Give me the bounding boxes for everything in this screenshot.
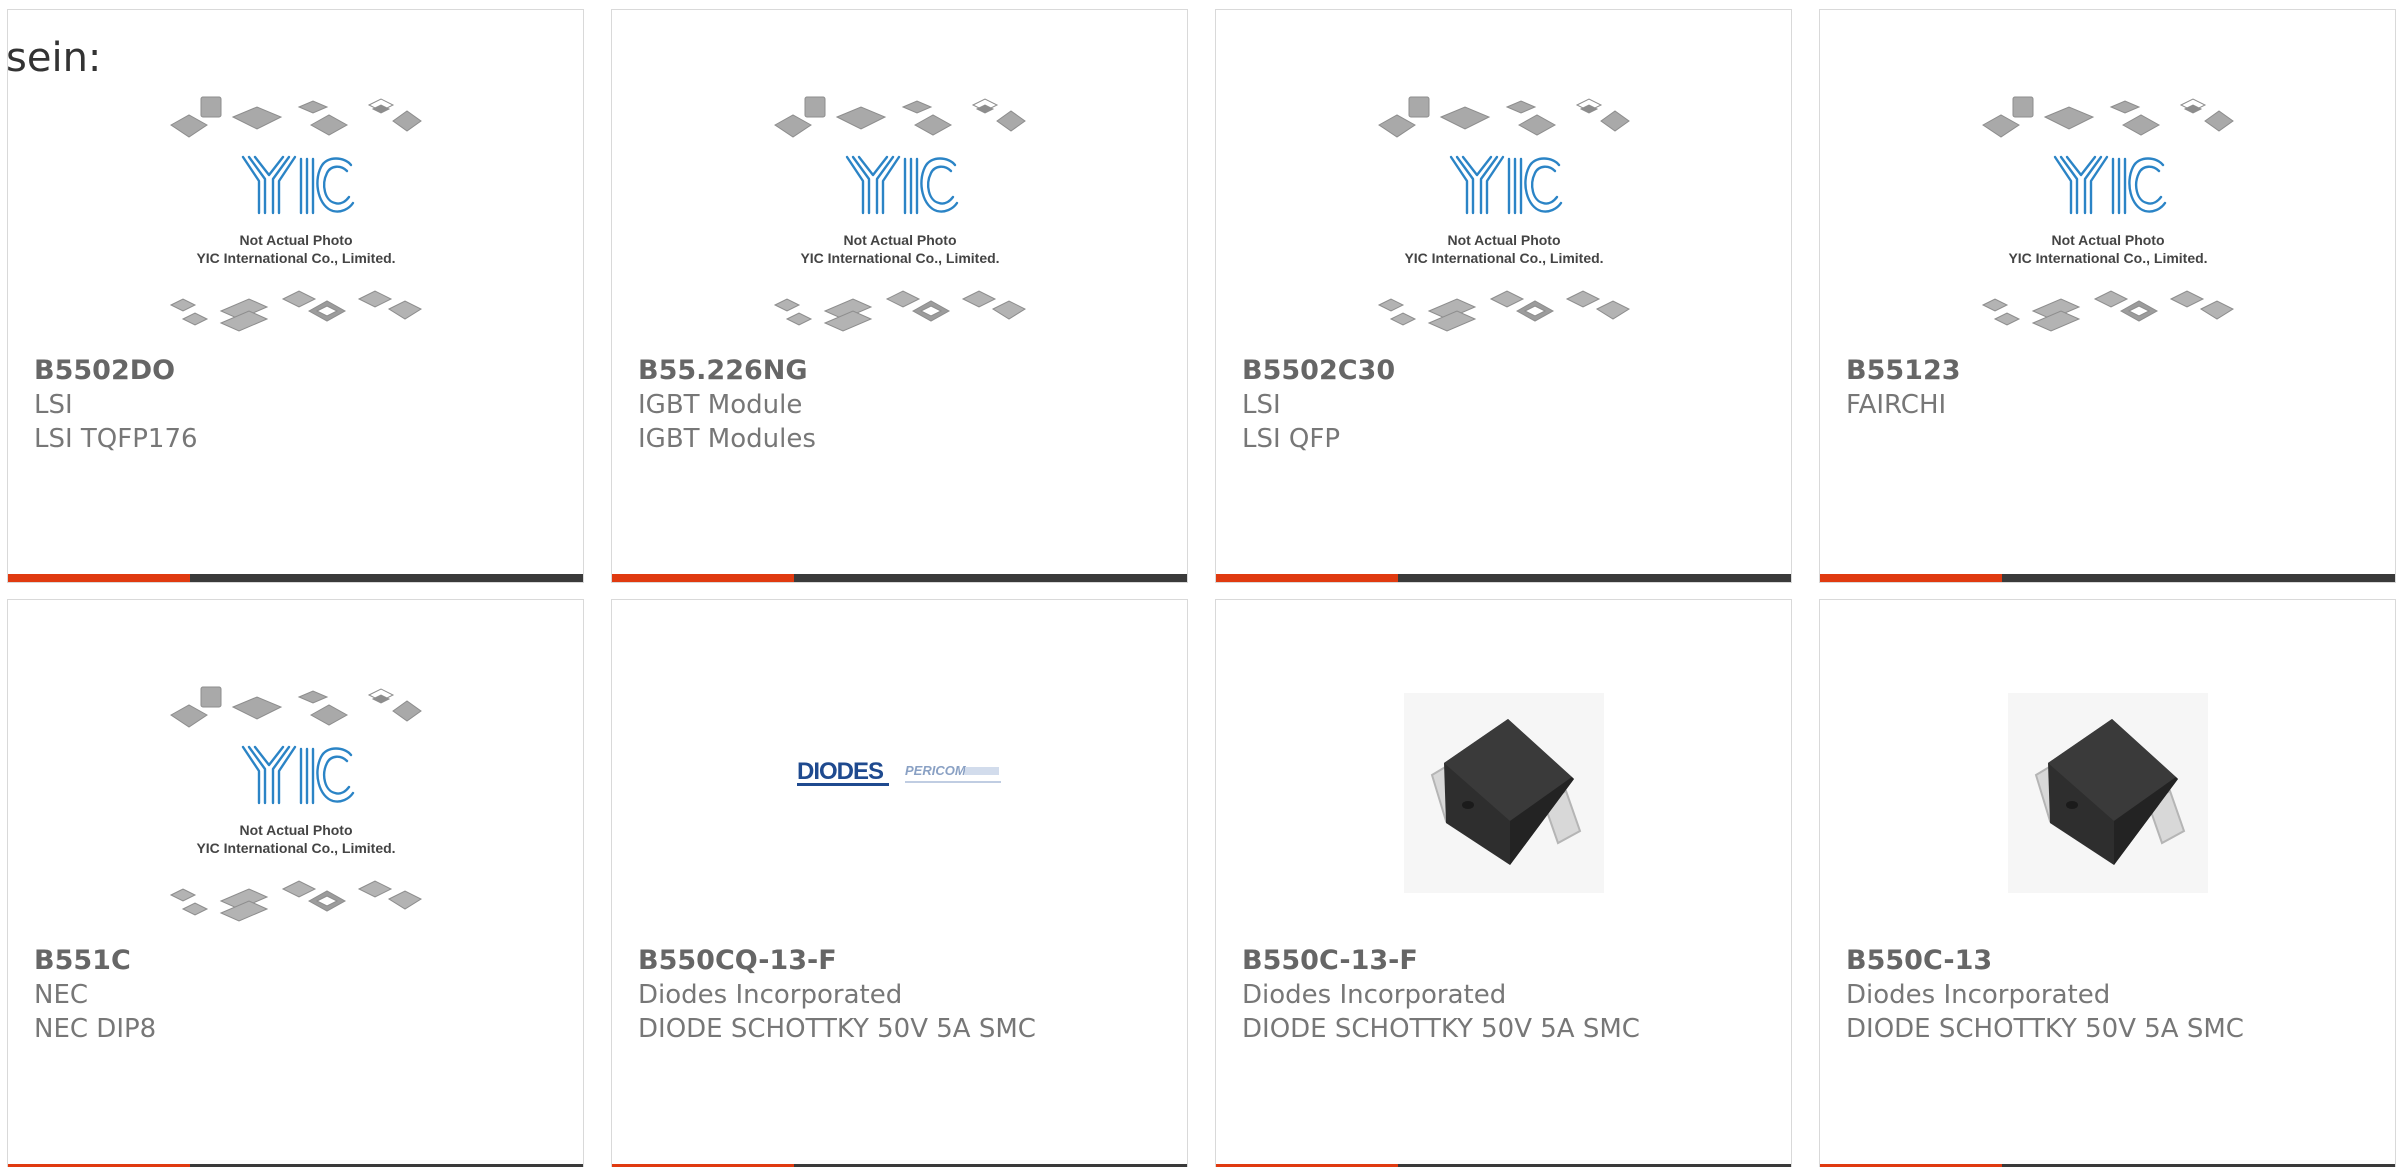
yic-placeholder-icon (1369, 95, 1639, 345)
part-number[interactable]: B5502DO (34, 354, 573, 388)
yic-placeholder-icon (161, 95, 431, 345)
card-accent (8, 574, 190, 582)
page-prefix-text: sein: (6, 35, 102, 81)
product-card[interactable]: B5502C30 LSI LSI QFP (1215, 9, 1792, 583)
manufacturer: Diodes Incorporated (638, 980, 903, 1010)
manufacturer: LSI (1242, 390, 1281, 420)
part-number[interactable]: B55.226NG (638, 354, 1177, 388)
manufacturer: NEC (34, 980, 89, 1010)
product-card[interactable]: B550C-13 Diodes Incorporated DIODE SCHOT… (1819, 599, 2396, 1167)
part-number[interactable]: B5502C30 (1242, 354, 1781, 388)
product-image (1820, 95, 2395, 355)
product-image (612, 95, 1187, 355)
description: DIODE SCHOTTKY 50V 5A SMC (638, 1014, 1036, 1044)
yic-placeholder-icon (161, 685, 431, 935)
part-number[interactable]: B551C (34, 944, 573, 978)
product-image (1820, 685, 2395, 945)
card-footer-bar (612, 574, 1187, 582)
yic-placeholder-icon (765, 95, 1035, 345)
product-card[interactable]: B551C NEC NEC DIP8 (7, 599, 584, 1167)
product-image (612, 685, 1187, 945)
manufacturer: Diodes Incorporated (1846, 980, 2111, 1010)
manufacturer: LSI (34, 390, 73, 420)
card-footer-bar (1216, 574, 1791, 582)
yic-placeholder-icon (1973, 95, 2243, 345)
product-card[interactable]: B55123 FAIRCHI (1819, 9, 2396, 583)
card-accent (1820, 574, 2002, 582)
diodes-pericom-logo (795, 755, 1005, 795)
description: DIODE SCHOTTKY 50V 5A SMC (1846, 1014, 2244, 1044)
product-card[interactable]: B550CQ-13-F Diodes Incorporated DIODE SC… (611, 599, 1188, 1167)
smc-diode-photo (2008, 693, 2208, 893)
part-number[interactable]: B550C-13-F (1242, 944, 1781, 978)
description: LSI TQFP176 (34, 424, 198, 454)
product-card[interactable]: B550C-13-F Diodes Incorporated DIODE SCH… (1215, 599, 1792, 1167)
manufacturer: FAIRCHI (1846, 390, 1947, 420)
manufacturer: Diodes Incorporated (1242, 980, 1507, 1010)
card-footer-bar (1820, 574, 2395, 582)
description: LSI QFP (1242, 424, 1341, 454)
card-accent (612, 574, 794, 582)
product-image (1216, 95, 1791, 355)
product-image (1216, 685, 1791, 945)
card-footer-bar (8, 574, 583, 582)
description: DIODE SCHOTTKY 50V 5A SMC (1242, 1014, 1640, 1044)
description: IGBT Modules (638, 424, 816, 454)
manufacturer: IGBT Module (638, 390, 803, 420)
product-image (8, 95, 583, 355)
card-accent (1216, 574, 1398, 582)
description: NEC DIP8 (34, 1014, 157, 1044)
product-card[interactable]: B55.226NG IGBT Module IGBT Modules (611, 9, 1188, 583)
product-image (8, 685, 583, 945)
part-number[interactable]: B550CQ-13-F (638, 944, 1177, 978)
part-number[interactable]: B55123 (1846, 354, 2385, 388)
smc-diode-photo (1404, 693, 1604, 893)
part-number[interactable]: B550C-13 (1846, 944, 2385, 978)
product-card[interactable]: B5502DO LSI LSI TQFP176 (7, 9, 584, 583)
